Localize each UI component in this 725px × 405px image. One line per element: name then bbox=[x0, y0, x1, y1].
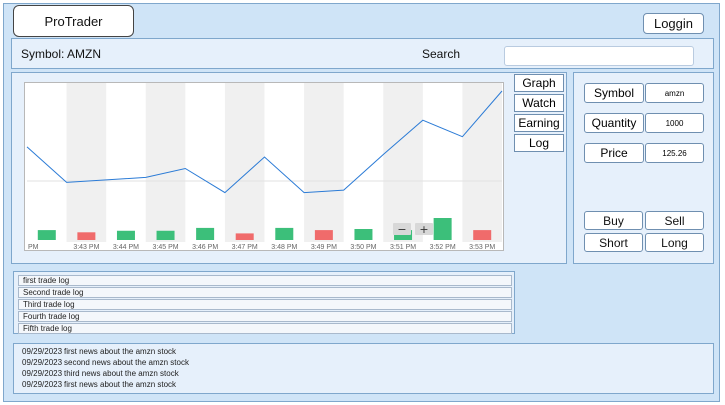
news-item[interactable]: 09/29/2023 third news about the amzn stoc… bbox=[22, 369, 179, 378]
x-tick-label: 3:49 PM bbox=[311, 244, 337, 250]
sell-button[interactable]: Sell bbox=[645, 211, 704, 230]
short-button[interactable]: Short bbox=[584, 233, 643, 252]
volume-bar bbox=[37, 230, 56, 240]
x-tick-label: 3:50 PM bbox=[350, 244, 376, 250]
tab-graph[interactable]: Graph bbox=[514, 74, 564, 92]
x-tick-label: PM bbox=[28, 244, 39, 250]
news-date: 09/29/2023 bbox=[22, 369, 63, 378]
zoom-out-icon: − bbox=[397, 223, 406, 236]
x-tick-label: 3:43 PM bbox=[73, 244, 99, 250]
x-tick-label: 3:53 PM bbox=[469, 244, 495, 250]
news-date: 09/29/2023 bbox=[22, 358, 63, 367]
price-field-label: Price bbox=[584, 143, 644, 163]
chart-band bbox=[145, 83, 186, 242]
long-button[interactable]: Long bbox=[645, 233, 704, 252]
x-tick-label: 3:47 PM bbox=[232, 244, 258, 250]
news-item[interactable]: 09/29/2023 first news about the amzn stoc… bbox=[22, 380, 176, 389]
app-window: ProTrader Loggin Symbol: AMZN Search PM 3… bbox=[3, 3, 720, 402]
chart-band bbox=[383, 83, 423, 242]
volume-bar bbox=[77, 232, 96, 240]
trade-log-row[interactable]: Fifth trade log bbox=[18, 323, 512, 334]
trade-log-row[interactable]: Second trade log bbox=[18, 287, 512, 298]
zoom-in-icon: + bbox=[419, 223, 428, 236]
current-symbol: Symbol: AMZN bbox=[21, 47, 102, 61]
x-tick-label: 3:48 PM bbox=[271, 244, 297, 250]
volume-bar bbox=[275, 227, 294, 240]
x-tick-label: 3:46 PM bbox=[192, 244, 218, 250]
search-input[interactable] bbox=[504, 46, 694, 66]
tab-log[interactable]: Log bbox=[514, 134, 564, 152]
volume-bar bbox=[116, 230, 135, 240]
chart-band bbox=[66, 83, 107, 242]
volume-bar bbox=[196, 227, 215, 240]
chart-band bbox=[304, 83, 344, 242]
x-tick-label: 3:52 PM bbox=[430, 244, 456, 250]
trade-log-row[interactable]: Fourth trade log bbox=[18, 311, 512, 322]
volume-bar bbox=[473, 230, 492, 240]
price-field[interactable] bbox=[645, 143, 704, 163]
news-headline: second news about the amzn stock bbox=[64, 358, 189, 367]
symbol-field-label: Symbol bbox=[584, 83, 644, 103]
symbol-field[interactable] bbox=[645, 83, 704, 103]
x-tick-label: 3:45 PM bbox=[153, 244, 179, 250]
tab-earning[interactable]: Earning bbox=[514, 114, 564, 132]
x-tick-label: 3:51 PM bbox=[390, 244, 416, 250]
login-button[interactable]: Loggin bbox=[643, 13, 704, 34]
tab-watch[interactable]: Watch bbox=[514, 94, 564, 112]
chart-band bbox=[462, 83, 502, 242]
news-item[interactable]: 09/29/2023 second news about the amzn sto… bbox=[22, 358, 189, 367]
volume-bar bbox=[235, 233, 254, 240]
news-headline: third news about the amzn stock bbox=[64, 369, 179, 378]
x-tick-label: 3:44 PM bbox=[113, 244, 139, 250]
trade-log-row[interactable]: first trade log bbox=[18, 275, 512, 286]
news-headline: first news about the amzn stock bbox=[64, 380, 177, 389]
trade-log-row[interactable]: Third trade log bbox=[18, 299, 512, 310]
price-chart[interactable]: PM 3:43 PM 3:44 PM 3:45 PM 3:46 PM 3:47 PM 3:4… bbox=[24, 82, 504, 251]
news-date: 09/29/2023 bbox=[22, 347, 63, 356]
buy-button[interactable]: Buy bbox=[584, 211, 643, 230]
search-label: Search bbox=[422, 47, 461, 61]
quantity-field-label: Quantity bbox=[584, 113, 644, 133]
volume-bar bbox=[314, 230, 333, 240]
volume-bar bbox=[433, 218, 452, 240]
volume-bar bbox=[354, 229, 373, 240]
news-headline: first news about the amzn stock bbox=[64, 347, 177, 356]
news-item[interactable]: 09/29/2023 first news about the amzn stoc… bbox=[22, 347, 176, 356]
chart-canvas: PM 3:43 PM 3:44 PM 3:45 PM 3:46 PM 3:47 PM 3:4… bbox=[26, 83, 503, 250]
quantity-field[interactable] bbox=[645, 113, 704, 133]
news-date: 09/29/2023 bbox=[22, 380, 63, 389]
brand-logo[interactable]: ProTrader bbox=[13, 5, 134, 37]
volume-bar bbox=[156, 230, 175, 240]
